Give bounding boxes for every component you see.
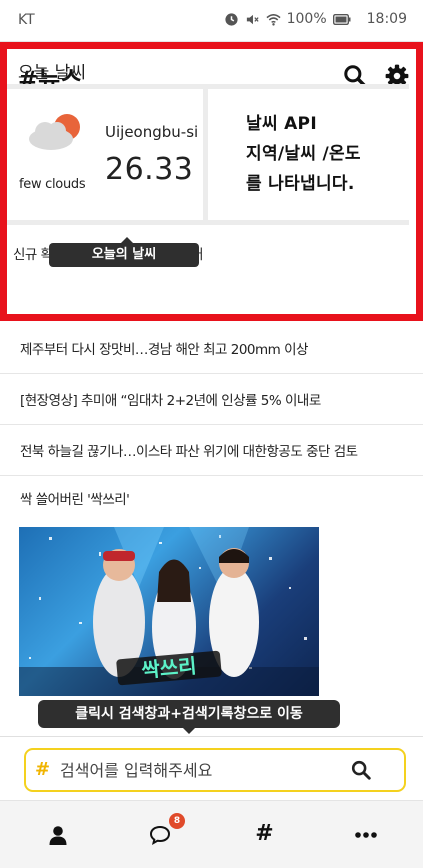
- news-title: 전북 하늘길 끊기나…이스타 파산 위기에 대한항공도 중단 검토: [20, 444, 358, 460]
- chat-badge: 8: [169, 813, 185, 829]
- wifi-icon: [266, 13, 281, 26]
- nav-profile[interactable]: [5, 801, 110, 868]
- weather-tooltip: 오늘의 날씨: [49, 237, 199, 267]
- divider: [7, 220, 409, 225]
- hashtag-icon: #: [255, 821, 274, 846]
- weather-description: few clouds: [19, 177, 86, 192]
- news-title: [현장영상] 추미애 “임대차 2+2년에 인상률 5% 이내로: [20, 393, 321, 409]
- more-icon: [354, 832, 377, 838]
- user-icon: [49, 826, 66, 845]
- nav-more[interactable]: [313, 801, 418, 868]
- info-text: 날씨 API 지역/날씨 /온도 를 나타냅니다.: [246, 114, 361, 194]
- chat-bubble-icon: [149, 825, 170, 845]
- news-list-item[interactable]: 싹 쓸어버린 '싹쓰리': [0, 476, 423, 520]
- news-list-item[interactable]: 제주부터 다시 장맛비…경남 해안 최고 200mm 이상: [0, 323, 423, 374]
- weather-section-label: 오늘 날씨: [18, 63, 86, 83]
- status-icons: 100% 18:09: [224, 11, 407, 27]
- battery-percent: 100%: [286, 11, 327, 27]
- search-box[interactable]: #: [24, 748, 406, 792]
- status-bar: KT 100% 18:09: [0, 0, 423, 42]
- image-caption: 싹쓰리: [140, 654, 197, 683]
- weather-city: Uijeongbu-si: [105, 123, 199, 141]
- weather-api-info-card: 날씨 API 지역/날씨 /온도 를 나타냅니다.: [208, 89, 409, 220]
- nav-chat[interactable]: 8: [107, 801, 212, 868]
- hash-icon: #: [35, 759, 51, 780]
- news-title: 싹 쓸어버린 '싹쓰리': [20, 492, 130, 508]
- alarm-icon: [225, 12, 238, 26]
- search-input[interactable]: [60, 754, 340, 786]
- weather-temperature: 26.33: [105, 152, 194, 187]
- news-list-item[interactable]: 전북 하늘길 끊기나…이스타 파산 위기에 대한항공도 중단 검토: [0, 425, 423, 476]
- search-tooltip: 클릭시 검색창과+검색기록창으로 이동: [38, 700, 340, 734]
- news-list-item[interactable]: [현장영상] 추미애 “임대차 2+2년에 인상률 5% 이내로: [0, 374, 423, 425]
- search-area: #: [0, 736, 423, 800]
- news-thumbnail-image[interactable]: 싹쓰리: [19, 527, 319, 696]
- mute-icon: [246, 14, 259, 24]
- nav-hashtag[interactable]: #: [212, 801, 317, 868]
- carrier-label: KT: [18, 12, 35, 28]
- bottom-nav: 8 #: [0, 800, 423, 868]
- news-title: 제주부터 다시 장맛비…경남 해안 최고 200mm 이상: [20, 342, 308, 358]
- stage-photo: 싹쓰리: [19, 527, 319, 696]
- clock: 18:09: [366, 11, 407, 27]
- weather-card[interactable]: few clouds Uijeongbu-si 26.33: [7, 89, 203, 220]
- battery-icon: [332, 13, 351, 25]
- few-clouds-icon: [29, 114, 80, 150]
- search-icon[interactable]: [350, 759, 372, 781]
